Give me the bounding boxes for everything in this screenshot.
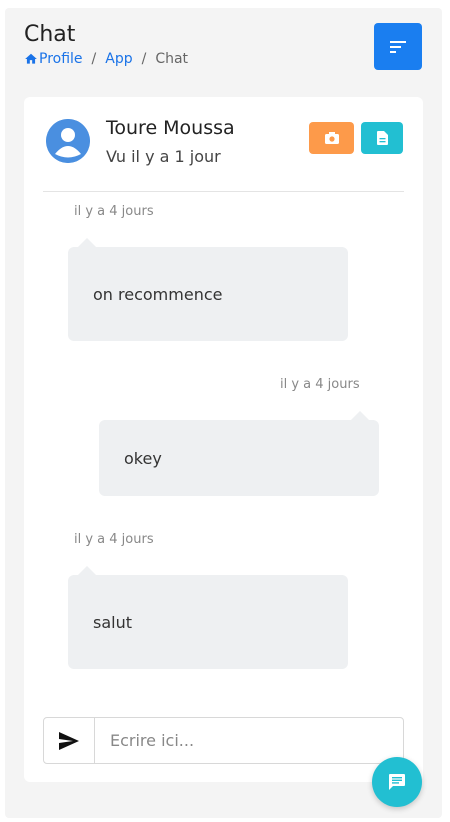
breadcrumb-home-link[interactable]: Profile	[24, 51, 83, 67]
chat-card: Toure Moussa Vu il y a 1 jour il y a 4 j…	[24, 97, 423, 782]
page-title: Chat	[24, 22, 76, 47]
chat-fab-button[interactable]	[372, 757, 422, 807]
send-icon	[59, 731, 79, 750]
user-avatar-icon	[46, 119, 90, 163]
message-text: salut	[93, 612, 132, 632]
breadcrumb-separator: /	[91, 51, 97, 67]
message-bubble-sent: okey	[99, 411, 379, 496]
breadcrumb-item-chat: Chat	[155, 51, 189, 67]
chat-icon	[389, 774, 405, 790]
message-composer	[43, 717, 404, 764]
message-bubble-received: on recommence	[68, 238, 348, 341]
send-document-button[interactable]	[361, 122, 403, 154]
message-bubble-received: salut	[68, 566, 348, 669]
header-divider	[43, 191, 404, 192]
message-time: il y a 4 jours	[74, 532, 154, 547]
message-time: il y a 4 jours	[280, 377, 360, 392]
message-list: il y a 4 jours on recommence il y a 4 jo…	[24, 193, 423, 703]
send-photo-button[interactable]	[309, 122, 354, 154]
document-icon	[376, 131, 388, 145]
menu-button[interactable]	[374, 23, 422, 70]
message-input[interactable]	[95, 718, 403, 763]
breadcrumb: Profile / App / Chat	[24, 51, 188, 67]
home-icon	[25, 53, 37, 64]
contact-status: Vu il y a 1 jour	[106, 147, 221, 166]
message-time: il y a 4 jours	[74, 204, 154, 219]
breadcrumb-separator: /	[141, 51, 147, 67]
message-text: on recommence	[93, 284, 223, 304]
breadcrumb-home-label: Profile	[39, 51, 83, 67]
send-button[interactable]	[44, 718, 95, 763]
contact-name: Toure Moussa	[106, 117, 235, 139]
camera-icon	[324, 132, 339, 144]
sort-icon	[390, 40, 406, 53]
message-text: okey	[124, 448, 162, 468]
breadcrumb-item-app[interactable]: App	[105, 51, 132, 67]
